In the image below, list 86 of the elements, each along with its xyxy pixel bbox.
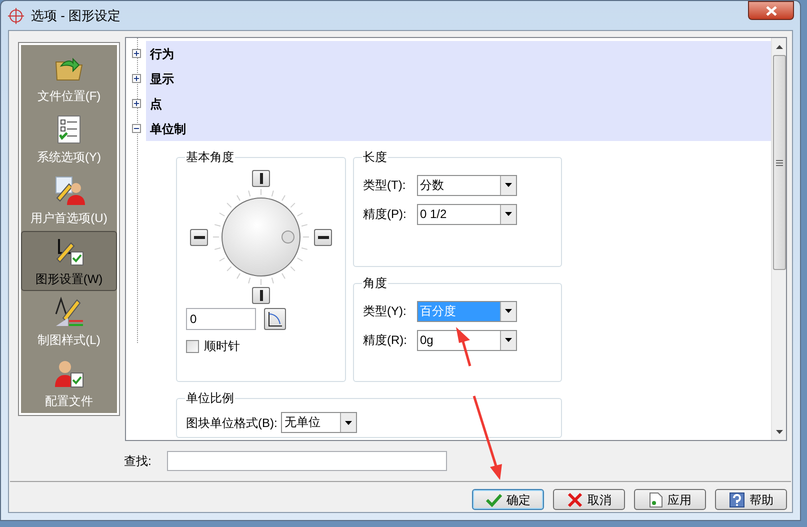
section-title: 行为: [150, 46, 174, 62]
angle-preset-button[interactable]: [252, 170, 270, 187]
plus-icon: [134, 76, 138, 81]
grip-icon: [776, 160, 782, 166]
expander-button[interactable]: [132, 49, 140, 58]
dialog-button[interactable]: 确定: [472, 489, 544, 510]
scroll-thumb[interactable]: [772, 55, 786, 270]
help-icon: [728, 492, 744, 508]
user-pencil-icon: [53, 174, 85, 206]
section-header[interactable]: 单位制: [146, 116, 771, 141]
group-title: 角度: [362, 275, 388, 291]
dropdown-arrow-button[interactable]: [500, 330, 516, 350]
caret-down-icon: [776, 430, 782, 434]
angle-input[interactable]: 0: [186, 308, 256, 330]
dropdown[interactable]: 分数: [417, 174, 517, 196]
dropdown[interactable]: 0 1/2: [417, 204, 517, 224]
dropdown-arrow-button[interactable]: [500, 204, 516, 224]
vertical-bar-icon: [260, 173, 262, 184]
dropdown-arrow-button[interactable]: [500, 302, 516, 320]
section-title: 点: [150, 96, 162, 112]
group-title: 长度: [362, 149, 388, 165]
angle-preset-button[interactable]: [190, 228, 208, 246]
checkbox[interactable]: [186, 340, 199, 352]
angle-direction-button[interactable]: [264, 308, 286, 330]
sidebar-label: 系统选项(Y): [37, 149, 101, 166]
vertical-bar-icon: [260, 290, 262, 301]
sidebar-label: 配置文件: [45, 392, 93, 410]
dropdown-value: 分数: [419, 176, 445, 194]
dropdown-value: 0 1/2: [419, 206, 448, 222]
plus-icon: [134, 101, 138, 106]
caret-icon: [505, 309, 512, 313]
section-title: 显示: [150, 70, 174, 88]
close-button[interactable]: [748, 1, 794, 20]
checkbox-label: 顺时针: [204, 338, 240, 355]
section-title: 单位制: [150, 120, 186, 138]
text-style-icon: [53, 296, 85, 328]
sidebar-label: 用户首选项(U): [30, 210, 108, 228]
document-icon: [648, 492, 662, 508]
window-title: 选项 - 图形设定: [31, 6, 121, 25]
horizontal-bar-icon: [194, 236, 204, 238]
expander-button[interactable]: [132, 99, 140, 108]
minus-icon: [134, 126, 138, 131]
dialog-button[interactable]: 取消: [553, 489, 625, 510]
angle-preset-button[interactable]: [314, 228, 332, 246]
sidebar-item[interactable]: 图形设置(W): [21, 231, 117, 292]
caret-icon: [345, 420, 352, 424]
section-header[interactable]: 显示: [146, 66, 771, 91]
section-header[interactable]: 点: [146, 91, 771, 116]
group-title: 基本角度: [185, 149, 235, 165]
app-icon: [7, 6, 25, 24]
expander-button[interactable]: [132, 74, 140, 83]
arrow-annotation: [456, 327, 472, 366]
search-label: 查找:: [124, 453, 152, 470]
dropdown[interactable]: 无单位: [281, 412, 358, 433]
dropdown-value: 无单位: [283, 414, 322, 431]
field-label: 类型(T):: [363, 177, 407, 194]
field-label: 类型(Y):: [363, 303, 408, 320]
dropdown-value: 百分度: [418, 302, 500, 320]
dropdown-arrow-button[interactable]: [340, 413, 356, 432]
group-title: 单位比例: [185, 390, 235, 406]
caret-icon: [505, 338, 512, 342]
sidebar-label: 文件位置(F): [37, 88, 101, 106]
field-label: 图块单位格式(B):: [186, 414, 278, 432]
angle-preset-button[interactable]: [252, 287, 270, 304]
close-icon: [766, 6, 776, 16]
caret-icon: [505, 212, 512, 216]
field-label: 精度(P):: [363, 206, 408, 223]
plus-icon: [134, 51, 138, 56]
field-label: 精度(R):: [363, 332, 408, 349]
scrollbar[interactable]: [771, 38, 786, 440]
close-icon: [566, 492, 582, 508]
dialog-button[interactable]: 帮助: [715, 489, 787, 510]
caret-icon: [505, 183, 512, 187]
sidebar-label: 制图样式(L): [38, 332, 100, 349]
caret-up-icon: [776, 44, 782, 48]
dropdown[interactable]: 0g: [417, 330, 517, 350]
section-header[interactable]: 行为: [146, 41, 771, 66]
sidebar-label: 图形设置(W): [35, 270, 103, 288]
arc-angle-icon: [267, 311, 283, 327]
checkmark-icon: [486, 492, 502, 506]
search-field[interactable]: [167, 451, 448, 471]
dropdown-arrow-button[interactable]: [500, 176, 516, 194]
dialog-button[interactable]: 应用: [634, 489, 706, 510]
horizontal-bar-icon: [318, 236, 328, 238]
expander-button[interactable]: [132, 124, 140, 133]
dropdown-value: 0g: [419, 332, 434, 348]
